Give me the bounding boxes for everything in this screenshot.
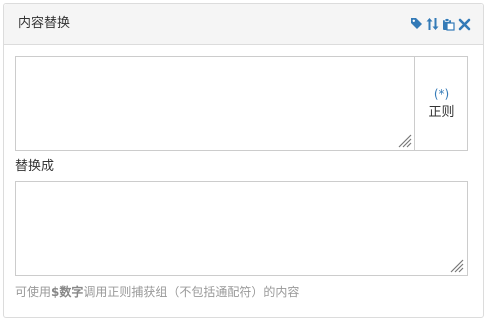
- regex-label: 正则: [428, 105, 455, 120]
- sort-icon[interactable]: [426, 17, 439, 31]
- regex-mark: (*): [433, 87, 450, 101]
- resize-grip-icon[interactable]: [450, 259, 464, 273]
- find-textarea[interactable]: [16, 57, 415, 150]
- panel-header: 内容替换: [4, 4, 483, 45]
- resize-grip-icon[interactable]: [398, 134, 412, 148]
- panel-title: 内容替换: [18, 16, 71, 31]
- regex-toggle[interactable]: (*) 正则: [416, 57, 467, 150]
- hint-emphasis: $数字: [51, 285, 84, 299]
- capture-group-hint: 可使用$数字调用正则捕获组（不包括通配符）的内容: [15, 284, 299, 300]
- hint-suffix: 调用正则捕获组（不包括通配符）的内容: [83, 285, 300, 299]
- find-input-group: (*) 正则: [15, 56, 468, 151]
- header-toolbar: [410, 17, 471, 31]
- tag-icon[interactable]: [410, 17, 423, 31]
- hint-prefix: 可使用: [15, 285, 52, 299]
- replace-input-group: [15, 181, 468, 276]
- paste-icon[interactable]: [442, 17, 455, 31]
- close-icon[interactable]: [458, 17, 471, 31]
- replace-label: 替换成: [15, 159, 55, 174]
- replace-textarea[interactable]: [16, 182, 467, 275]
